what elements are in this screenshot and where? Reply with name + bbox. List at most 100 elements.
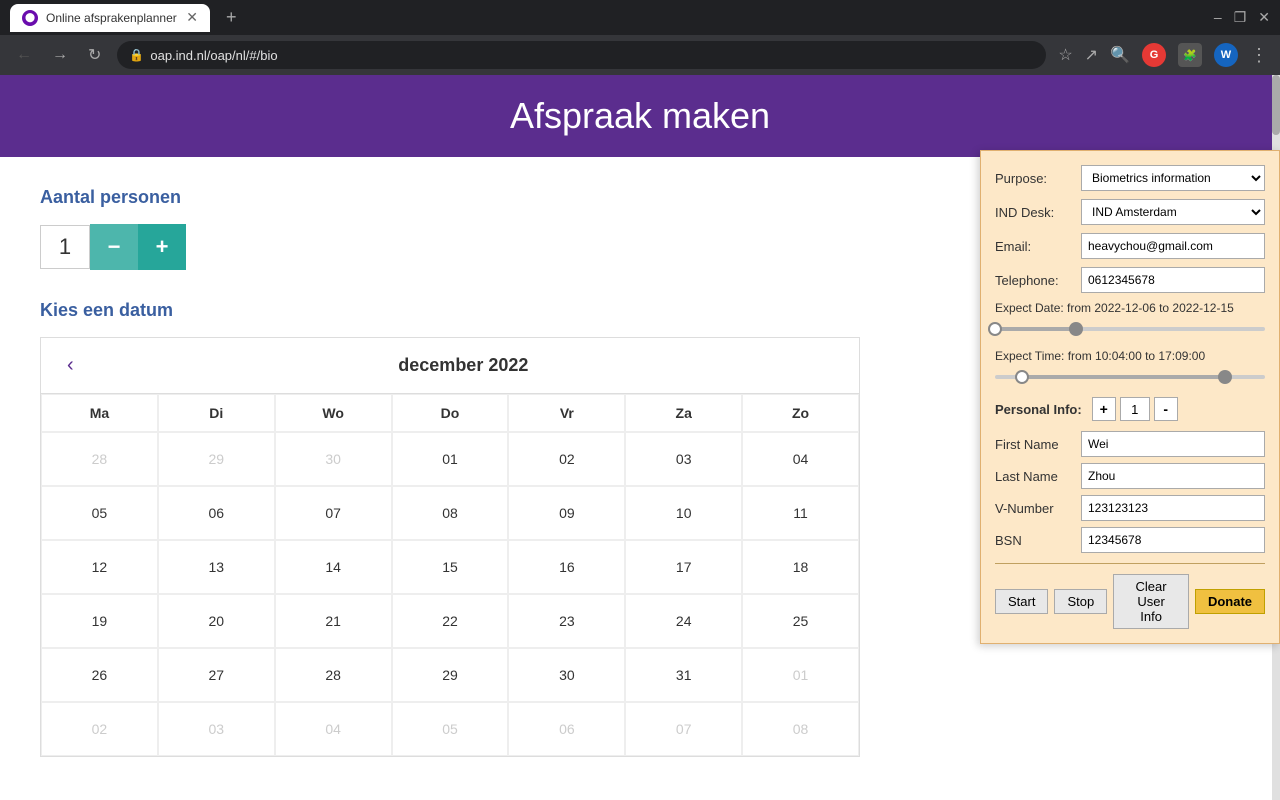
time-slider-row: [995, 367, 1265, 387]
popup-panel: Purpose: Biometrics informationOther IND…: [980, 150, 1280, 644]
calendar-header: ‹ december 2022: [41, 338, 859, 394]
page-content: Afspraak maken Aantal personen 1 − + Kie…: [0, 75, 1280, 800]
date-slider-thumb-right[interactable]: [1069, 322, 1083, 336]
calendar-day[interactable]: 26: [41, 648, 158, 702]
calendar-day[interactable]: 22: [392, 594, 509, 648]
purpose-row: Purpose: Biometrics informationOther: [995, 165, 1265, 191]
calendar-day[interactable]: 17: [625, 540, 742, 594]
telephone-row: Telephone:: [995, 267, 1265, 293]
share-icon[interactable]: ↗: [1085, 45, 1098, 65]
window-minimize-button[interactable]: –: [1214, 9, 1222, 26]
expect-date-text: Expect Date: from 2022-12-06 to 2022-12-…: [995, 301, 1265, 315]
bookmark-icon[interactable]: ☆: [1058, 45, 1072, 65]
zoom-icon[interactable]: 🔍: [1110, 45, 1130, 65]
calendar-day[interactable]: 31: [625, 648, 742, 702]
calendar-day-header: Za: [625, 394, 742, 432]
calendar-day: 03: [158, 702, 275, 756]
telephone-input[interactable]: [1081, 267, 1265, 293]
calendar-day: 05: [392, 702, 509, 756]
calendar-day[interactable]: 04: [742, 432, 859, 486]
profile-avatar-w[interactable]: W: [1214, 43, 1238, 67]
extension-icon[interactable]: 🧩: [1178, 43, 1202, 67]
email-row: Email:: [995, 233, 1265, 259]
new-tab-button[interactable]: +: [218, 7, 245, 28]
nav-reload-button[interactable]: ↻: [84, 41, 105, 69]
page-scrollbar-thumb[interactable]: [1272, 75, 1280, 135]
bsn-row: BSN: [995, 527, 1265, 553]
aantal-container: 1 − +: [40, 224, 820, 270]
time-slider-thumb-left[interactable]: [1015, 370, 1029, 384]
calendar-day[interactable]: 15: [392, 540, 509, 594]
window-maximize-button[interactable]: ❐: [1234, 9, 1247, 26]
calendar-day[interactable]: 02: [508, 432, 625, 486]
calendar-prev-button[interactable]: ‹: [57, 350, 84, 381]
last-name-row: Last Name: [995, 463, 1265, 489]
calendar-day[interactable]: 21: [275, 594, 392, 648]
date-slider-thumb-left[interactable]: [988, 322, 1002, 336]
bsn-label: BSN: [995, 533, 1075, 548]
personal-info-minus-button[interactable]: -: [1154, 397, 1178, 421]
page-title: Afspraak maken: [20, 95, 1260, 137]
calendar-day[interactable]: 06: [158, 486, 275, 540]
stop-button[interactable]: Stop: [1054, 589, 1107, 614]
browser-tab[interactable]: ⬤ Online afsprakenplanner ✕: [10, 4, 210, 32]
calendar-day[interactable]: 27: [158, 648, 275, 702]
nav-forward-button[interactable]: →: [48, 42, 72, 68]
tab-close-button[interactable]: ✕: [186, 9, 198, 26]
url-text: oap.ind.nl/oap/nl/#/bio: [150, 48, 277, 63]
purpose-select[interactable]: Biometrics informationOther: [1081, 165, 1265, 191]
window-close-button[interactable]: ✕: [1258, 9, 1270, 26]
calendar-day[interactable]: 20: [158, 594, 275, 648]
profile-avatar-g[interactable]: G: [1142, 43, 1166, 67]
time-slider-thumb-right[interactable]: [1218, 370, 1232, 384]
first-name-row: First Name: [995, 431, 1265, 457]
clear-user-info-button[interactable]: Clear User Info: [1113, 574, 1189, 629]
main-content: Aantal personen 1 − + Kies een datum ‹ d…: [0, 157, 860, 787]
aantal-plus-button[interactable]: +: [138, 224, 186, 270]
ind-desk-select[interactable]: IND AmsterdamIND Den HaagIND Rotterdam: [1081, 199, 1265, 225]
url-bar[interactable]: 🔒 oap.ind.nl/oap/nl/#/bio: [117, 41, 1046, 69]
expect-time-text: Expect Time: from 10:04:00 to 17:09:00: [995, 349, 1265, 363]
kies-datum-label: Kies een datum: [40, 300, 820, 321]
calendar-day[interactable]: 28: [275, 648, 392, 702]
calendar-day[interactable]: 16: [508, 540, 625, 594]
start-button[interactable]: Start: [995, 589, 1048, 614]
calendar-day[interactable]: 03: [625, 432, 742, 486]
bsn-input[interactable]: [1081, 527, 1265, 553]
calendar-day[interactable]: 18: [742, 540, 859, 594]
aantal-value: 1: [40, 225, 90, 269]
calendar-day: 30: [275, 432, 392, 486]
calendar-day[interactable]: 05: [41, 486, 158, 540]
calendar-day: 08: [742, 702, 859, 756]
calendar-day[interactable]: 25: [742, 594, 859, 648]
telephone-label: Telephone:: [995, 273, 1075, 288]
calendar-day[interactable]: 14: [275, 540, 392, 594]
calendar-day[interactable]: 23: [508, 594, 625, 648]
calendar-day[interactable]: 30: [508, 648, 625, 702]
personal-info-plus-button[interactable]: +: [1092, 397, 1116, 421]
email-input[interactable]: [1081, 233, 1265, 259]
calendar-day: 04: [275, 702, 392, 756]
first-name-label: First Name: [995, 437, 1075, 452]
calendar-day[interactable]: 09: [508, 486, 625, 540]
calendar-day[interactable]: 01: [392, 432, 509, 486]
calendar-day[interactable]: 12: [41, 540, 158, 594]
calendar-day[interactable]: 13: [158, 540, 275, 594]
calendar-day[interactable]: 11: [742, 486, 859, 540]
nav-back-button[interactable]: ←: [12, 42, 36, 68]
v-number-label: V-Number: [995, 501, 1075, 516]
browser-titlebar: ⬤ Online afsprakenplanner ✕ + – ❐ ✕: [0, 0, 1280, 35]
calendar-day[interactable]: 19: [41, 594, 158, 648]
aantal-minus-button[interactable]: −: [90, 224, 138, 270]
calendar-day[interactable]: 10: [625, 486, 742, 540]
calendar-day: 02: [41, 702, 158, 756]
browser-menu-button[interactable]: ⋮: [1250, 45, 1268, 66]
calendar-day[interactable]: 24: [625, 594, 742, 648]
first-name-input[interactable]: [1081, 431, 1265, 457]
v-number-input[interactable]: [1081, 495, 1265, 521]
calendar-day[interactable]: 08: [392, 486, 509, 540]
calendar-day[interactable]: 29: [392, 648, 509, 702]
calendar-day[interactable]: 07: [275, 486, 392, 540]
donate-button[interactable]: Donate: [1195, 589, 1265, 614]
last-name-input[interactable]: [1081, 463, 1265, 489]
